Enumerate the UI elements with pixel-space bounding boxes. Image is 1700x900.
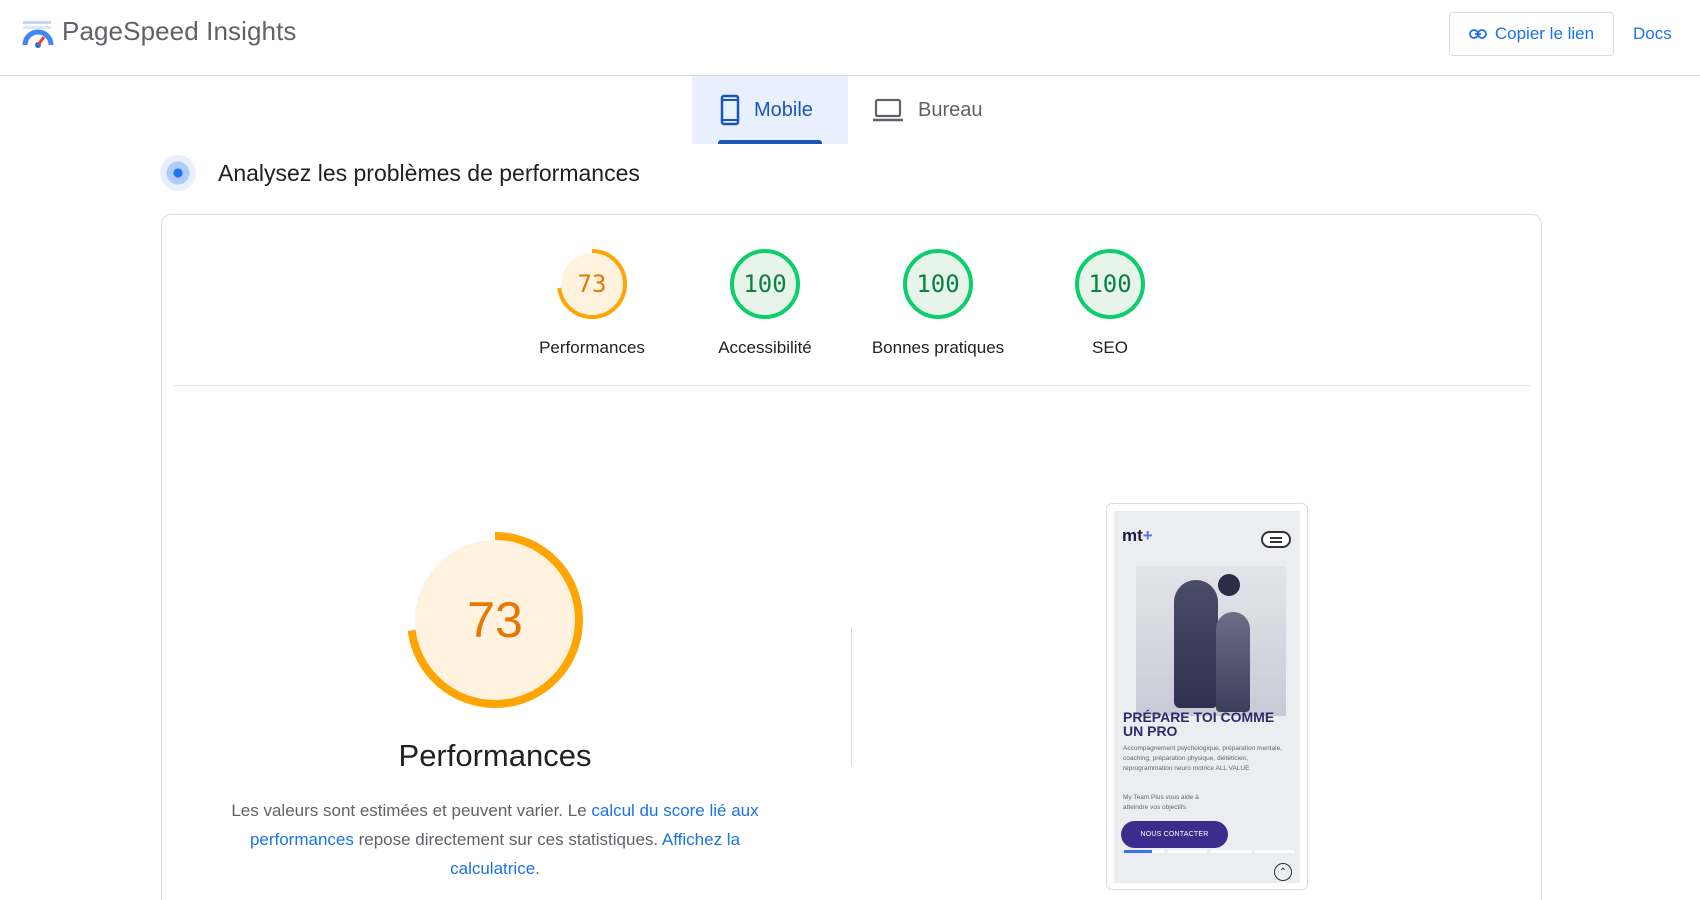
- gauge-value: 73: [577, 270, 607, 298]
- desc-text: repose directement sur ces statistiques.: [353, 830, 662, 849]
- gauge-value: 100: [1088, 270, 1132, 298]
- contact-button: NOUS CONTACTER: [1121, 821, 1228, 848]
- active-tab-indicator: [718, 140, 822, 144]
- desc-text: Les valeurs sont estimées et peuvent var…: [231, 801, 592, 820]
- tab-mobile-label: Mobile: [754, 98, 813, 121]
- gauge-label: Bonnes pratiques: [871, 338, 1005, 357]
- section-title: Analysez les problèmes de performances: [218, 160, 640, 186]
- kettlebell-shape: [1218, 574, 1240, 596]
- hero-image: [1136, 566, 1286, 716]
- site-logo: mt+: [1122, 526, 1153, 546]
- docs-link[interactable]: Docs: [1633, 24, 1672, 44]
- laptop-icon: [873, 98, 903, 122]
- app-title: PageSpeed Insights: [62, 16, 297, 46]
- tab-desktop-label: Bureau: [918, 98, 983, 121]
- copy-link-label: Copier le lien: [1494, 24, 1595, 43]
- performance-score: 73: [467, 592, 523, 648]
- athlete-figure: [1174, 580, 1218, 708]
- gauge-label: Performances: [539, 338, 645, 357]
- pagespeed-logo-icon: [22, 21, 54, 48]
- gauge-performance[interactable]: 73: [556, 248, 628, 320]
- tab-desktop[interactable]: Bureau: [872, 76, 1002, 144]
- gauge-accessibility[interactable]: 100: [729, 248, 801, 320]
- performance-description: Les valeurs sont estimées et peuvent var…: [215, 796, 775, 883]
- divider: [174, 385, 1530, 386]
- gauge-value: 100: [916, 270, 960, 298]
- gauge-label: Accessibilité: [718, 338, 812, 357]
- carousel-progress: [1124, 850, 1294, 853]
- top-header: PageSpeed Insights Copier le lien Docs: [0, 0, 1700, 76]
- gauge-best-practices[interactable]: 100: [902, 248, 974, 320]
- site-logo-text: mt: [1122, 526, 1143, 545]
- tab-mobile[interactable]: Mobile: [692, 76, 848, 144]
- diagnose-icon: [160, 155, 196, 191]
- hero-text: Accompagnement psychologique, préparatio…: [1123, 745, 1282, 772]
- gauge-value: 100: [743, 270, 787, 298]
- smartphone-icon: [720, 94, 740, 126]
- vertical-divider: [851, 628, 852, 766]
- athlete-figure: [1216, 612, 1250, 712]
- site-logo-plus: +: [1142, 526, 1153, 545]
- scroll-up-icon: ⌃: [1274, 863, 1292, 881]
- page-preview: mt+ PRÉPARE TOI COMME UN PRO Accompagnem…: [1114, 511, 1300, 883]
- performance-title: Performances: [398, 738, 592, 773]
- hero-headline: PRÉPARE TOI COMME UN PRO: [1123, 709, 1275, 739]
- hero-subtext: My Team Plus vous aide à atteindre vos o…: [1123, 794, 1199, 811]
- menu-icon: [1261, 531, 1291, 548]
- copy-link-button[interactable]: Copier le lien: [1449, 12, 1614, 56]
- desc-text: .: [535, 859, 540, 878]
- page-screenshot-thumbnail: mt+ PRÉPARE TOI COMME UN PRO Accompagnem…: [1106, 503, 1308, 890]
- gauge-seo[interactable]: 100: [1074, 248, 1146, 320]
- link-icon: [1468, 29, 1487, 39]
- gauge-label: SEO: [1092, 338, 1128, 357]
